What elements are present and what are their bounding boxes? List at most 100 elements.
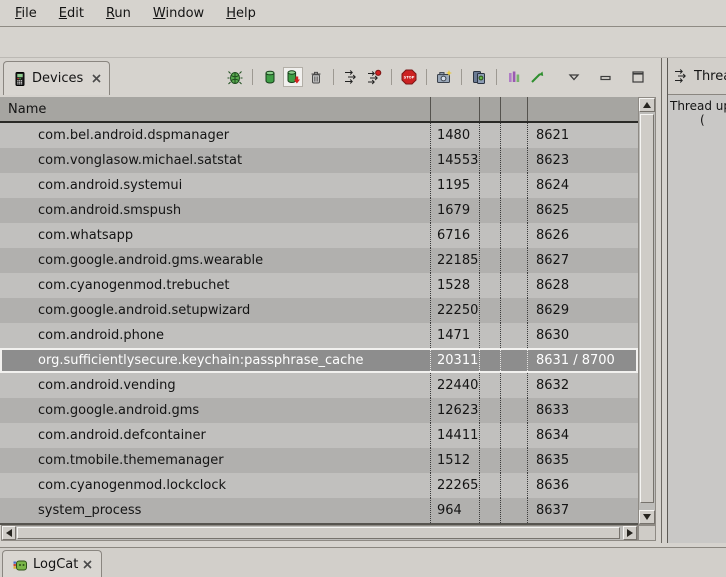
scroll-right-button[interactable] xyxy=(623,526,637,540)
table-row-selected[interactable]: org.sufficientlysecure.keychain:passphra… xyxy=(0,348,638,373)
cell-port: 8633 xyxy=(527,398,638,423)
tab-logcat[interactable]: LogCat xyxy=(2,550,102,577)
tab-logcat-label: LogCat xyxy=(33,557,78,572)
horizontal-scroll-thumb[interactable] xyxy=(17,527,620,539)
devices-view: Devices xyxy=(0,58,661,543)
scroll-up-button[interactable] xyxy=(639,98,655,112)
threads-tabbar: Threads xyxy=(668,58,726,95)
toolbar-separator xyxy=(391,69,392,85)
cell-name: com.bel.android.dspmanager xyxy=(0,123,430,148)
table-row[interactable]: com.google.android.setupwizard222508629 xyxy=(0,298,638,323)
update-threads-icon[interactable] xyxy=(341,67,361,87)
tab-threads-label: Threads xyxy=(694,69,726,84)
column-header-name[interactable]: Name xyxy=(0,97,430,121)
table-row[interactable]: com.android.smspush1679 8625 xyxy=(0,198,638,223)
hierarchy-view-icon[interactable] xyxy=(469,67,489,87)
update-heap-icon[interactable] xyxy=(260,67,280,87)
devices-toolbar: STOP xyxy=(225,58,648,95)
table-row[interactable]: com.android.phone14718630 xyxy=(0,323,638,348)
cell-empty xyxy=(500,198,527,223)
column-header-3[interactable] xyxy=(479,97,500,121)
column-header-pid[interactable] xyxy=(430,97,479,121)
vertical-scrollbar[interactable] xyxy=(638,97,656,525)
cell-pid: 1471 xyxy=(430,323,479,348)
cell-empty xyxy=(479,148,500,173)
tab-devices[interactable]: Devices xyxy=(3,61,110,95)
cell-port: 8631 / 8700 xyxy=(527,348,638,373)
table-row[interactable]: com.bel.android.dspmanager14808621 xyxy=(0,123,638,148)
cell-port: 8637 xyxy=(527,498,638,523)
cell-empty xyxy=(479,498,500,523)
table-row[interactable]: com.google.android.gms126238633 xyxy=(0,398,638,423)
cell-pid: 6716 xyxy=(430,223,479,248)
cell-pid: 14411 xyxy=(430,423,479,448)
cell-empty xyxy=(479,198,500,223)
cell-empty xyxy=(500,398,527,423)
toolbar-separator xyxy=(333,69,334,85)
cell-name: com.android.smspush xyxy=(0,198,430,223)
scroll-down-button[interactable] xyxy=(639,510,655,524)
opengl-trace-icon[interactable] xyxy=(527,67,547,87)
table-row[interactable]: com.tmobile.thememanager15128635 xyxy=(0,448,638,473)
cell-pid: 1195 xyxy=(430,173,479,198)
cell-pid: 22265 xyxy=(430,473,479,498)
cell-empty xyxy=(500,248,527,273)
cell-name: system_process xyxy=(0,498,430,523)
table-row[interactable]: com.cyanogenmod.lockclock222658636 xyxy=(0,473,638,498)
systrace-icon[interactable] xyxy=(504,67,524,87)
method-profiling-icon[interactable] xyxy=(364,67,384,87)
menu-file[interactable]: File xyxy=(4,3,48,24)
cell-port: 8624 xyxy=(527,173,638,198)
view-menu-icon[interactable] xyxy=(564,67,584,87)
vertical-scroll-thumb[interactable] xyxy=(640,114,654,503)
horizontal-scrollbar[interactable] xyxy=(1,525,638,541)
column-header-port[interactable] xyxy=(527,97,638,121)
cell-port: 8634 xyxy=(527,423,638,448)
column-header-4[interactable] xyxy=(500,97,527,121)
debug-icon[interactable] xyxy=(225,67,245,87)
menu-edit[interactable]: Edit xyxy=(48,3,95,24)
main-area: Devices xyxy=(0,58,726,543)
cell-pid: 1480 xyxy=(430,123,479,148)
screen-capture-icon[interactable] xyxy=(434,67,454,87)
logcat-view: LogCat xyxy=(0,543,726,577)
cell-empty xyxy=(500,423,527,448)
cell-empty xyxy=(479,398,500,423)
table-row[interactable]: com.google.android.gms.wearable221858627 xyxy=(0,248,638,273)
toolbar-separator xyxy=(496,69,497,85)
close-icon[interactable] xyxy=(83,560,92,569)
cell-pid: 1679 xyxy=(430,198,479,223)
scroll-left-button[interactable] xyxy=(2,526,16,540)
cell-empty xyxy=(479,348,500,373)
table-row[interactable]: com.android.defcontainer144118634 xyxy=(0,423,638,448)
close-icon[interactable] xyxy=(92,74,101,83)
table-row[interactable]: com.android.systemui11958624 xyxy=(0,173,638,198)
menu-window[interactable]: Window xyxy=(142,3,215,24)
cell-empty xyxy=(500,498,527,523)
cell-pid: 1528 xyxy=(430,273,479,298)
table-row[interactable]: com.vonglasow.michael.satstat145538623 xyxy=(0,148,638,173)
cell-name: com.google.android.gms xyxy=(0,398,430,423)
cell-port: 8629 xyxy=(527,298,638,323)
cause-gc-icon[interactable] xyxy=(306,67,326,87)
cell-port: 8625 xyxy=(527,198,638,223)
table-row[interactable]: com.android.vending224408632 xyxy=(0,373,638,398)
menu-help[interactable]: Help xyxy=(215,3,267,24)
menu-bar: FileEditRunWindowHelp xyxy=(0,0,726,27)
cell-name: com.google.android.setupwizard xyxy=(0,298,430,323)
minimize-icon[interactable] xyxy=(596,67,616,87)
table-row[interactable]: system_process9648637 xyxy=(0,498,638,523)
tab-threads[interactable]: Threads xyxy=(673,68,726,84)
menu-run[interactable]: Run xyxy=(95,3,142,24)
toolbar-separator xyxy=(426,69,427,85)
dump-hprof-icon[interactable] xyxy=(283,67,303,87)
table-row[interactable]: com.whatsapp67168626 xyxy=(0,223,638,248)
cell-pid: 14553 xyxy=(430,148,479,173)
device-phone-icon xyxy=(12,71,28,87)
threads-icon xyxy=(673,68,689,84)
table-row[interactable]: com.cyanogenmod.trebuchet15288628 xyxy=(0,273,638,298)
stop-process-icon[interactable]: STOP xyxy=(399,67,419,87)
maximize-icon[interactable] xyxy=(628,67,648,87)
panel-sash[interactable] xyxy=(661,58,668,543)
main-toolbar-strip xyxy=(0,27,726,58)
